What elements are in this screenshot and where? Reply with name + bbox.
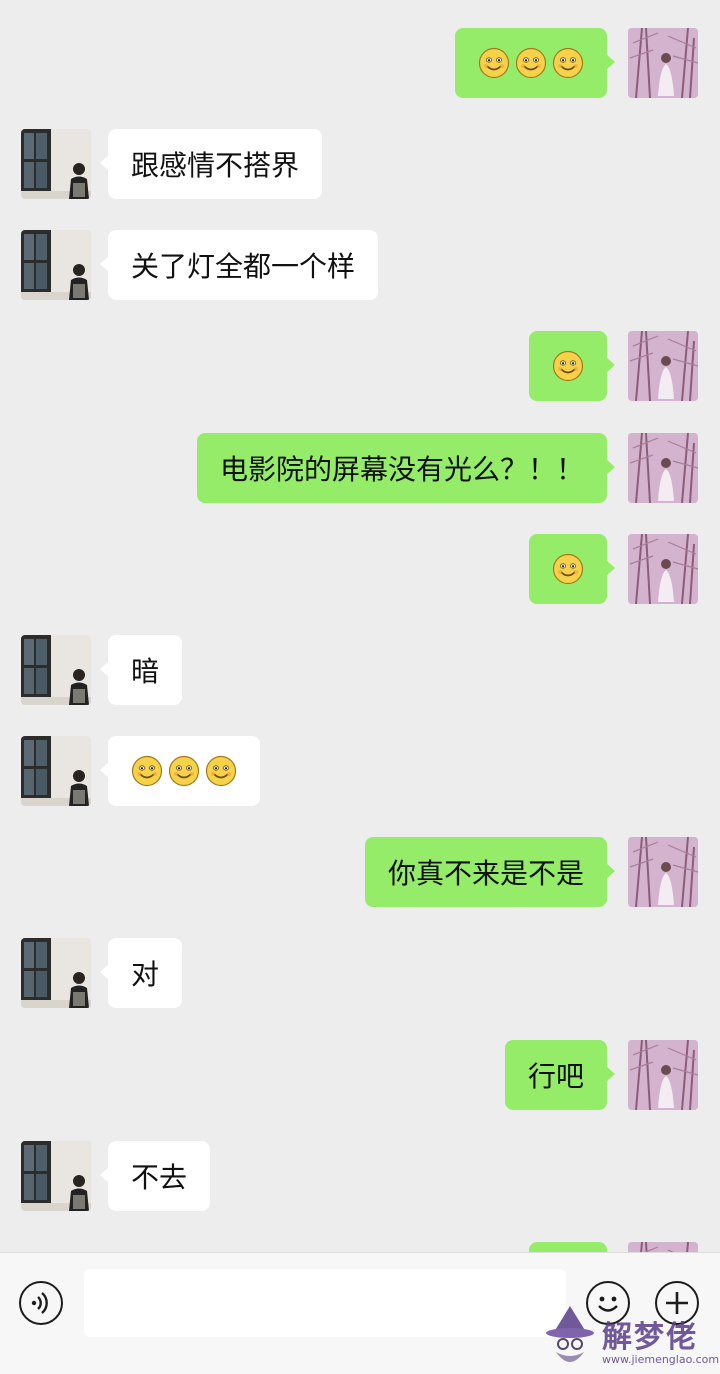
contact-avatar[interactable] [21,230,91,300]
message-received [0,736,720,808]
message-sent: 行吧 [0,1040,720,1112]
smile-emoji-icon [552,47,584,79]
watermark-title: 解梦佬 [602,1320,698,1355]
contact-avatar[interactable] [21,736,91,806]
message-received: 关了灯全都一个样 [0,230,720,302]
message-text: 不去 [131,1161,188,1194]
watermark-url: www.jiemenglao.com [602,1353,720,1366]
message-bubble[interactable]: 你真不来是不是 [364,837,616,907]
contact-avatar[interactable] [21,635,91,705]
message-sent [0,534,720,606]
message-text: 对 [131,958,160,991]
my-avatar[interactable] [628,433,698,503]
message-sent: 电影院的屏幕没有光么？！！ [0,433,720,505]
message-text: 电影院的屏幕没有光么？！！ [219,453,584,486]
message-text: 你真不来是不是 [387,857,584,890]
my-avatar[interactable] [628,331,698,401]
message-received: 跟感情不搭界 [0,129,720,201]
my-avatar[interactable] [628,1040,698,1110]
message-received: 暗 [0,635,720,707]
smile-emoji-icon [515,47,547,79]
message-text: 关了灯全都一个样 [131,250,356,283]
message-bubble[interactable]: 行吧 [504,1040,616,1110]
smile-emoji-icon [168,755,200,787]
contact-avatar[interactable] [21,1141,91,1211]
message-bubble[interactable]: 跟感情不搭界 [99,129,323,199]
smile-emoji-icon [205,755,237,787]
message-text: 行吧 [527,1060,584,1093]
message-received: 对 [0,938,720,1010]
message-bubble[interactable]: 关了灯全都一个样 [99,230,379,300]
message-text: 暗 [131,655,160,688]
message-sent [0,331,720,403]
message-sent [0,1242,720,1252]
smile-emoji-icon [131,755,163,787]
smile-emoji-icon [478,47,510,79]
message-received: 不去 [0,1141,720,1213]
message-bubble[interactable]: 对 [99,938,183,1008]
message-bubble[interactable] [529,534,615,604]
message-sent [0,28,720,100]
chat-area[interactable]: 跟感情不搭界关了灯全都一个样电影院的屏幕没有光么？！！ 暗你真不来是不是对行吧不去 [0,0,720,1252]
message-bubble[interactable] [529,1242,607,1252]
contact-avatar[interactable] [21,938,91,1008]
message-sent: 你真不来是不是 [0,837,720,909]
my-avatar[interactable] [628,1242,698,1252]
voice-button[interactable] [19,1281,63,1325]
message-text: 跟感情不搭界 [131,149,300,182]
message-bubble[interactable]: 电影院的屏幕没有光么？！！ [196,433,616,503]
message-bubble[interactable]: 不去 [99,1141,211,1211]
wizard-logo-icon [546,1306,594,1362]
smile-emoji-icon [552,350,584,382]
voice-icon [31,1292,48,1314]
message-bubble[interactable] [100,736,260,806]
message-bubble[interactable] [455,28,615,98]
my-avatar[interactable] [628,534,698,604]
message-input[interactable] [84,1269,566,1337]
contact-avatar[interactable] [21,129,91,199]
message-bubble[interactable]: 暗 [99,635,183,705]
my-avatar[interactable] [628,28,698,98]
message-bubble[interactable] [529,331,615,401]
smile-emoji-icon [552,553,584,585]
watermark: 解梦佬 www.jiemenglao.com [540,1300,720,1373]
my-avatar[interactable] [628,837,698,907]
